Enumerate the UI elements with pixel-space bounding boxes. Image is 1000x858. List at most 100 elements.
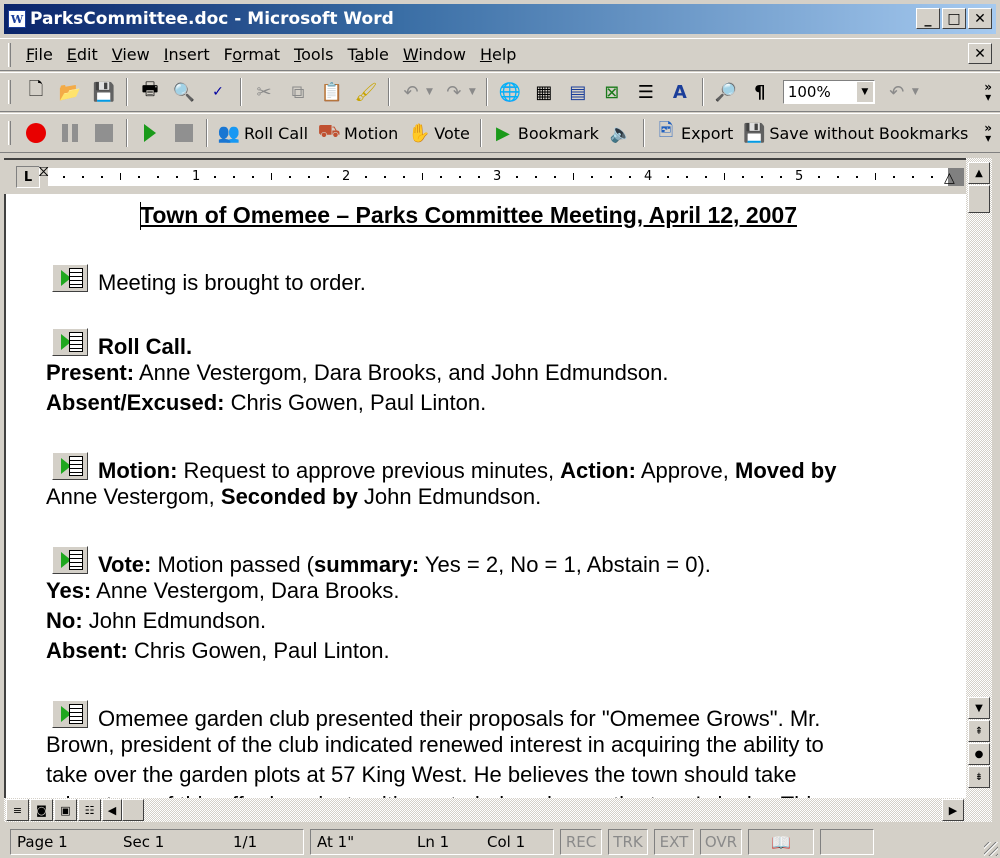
spelling-status-panel[interactable]: 📖: [748, 829, 814, 855]
format-painter-button[interactable]: 🖌: [352, 78, 380, 106]
stop-icon: [175, 124, 193, 142]
show-hide-button[interactable]: ¶: [746, 78, 774, 106]
bookmark-button[interactable]: ▶ Bookmark: [490, 119, 601, 147]
spelling-button[interactable]: ✓: [204, 78, 232, 106]
vertical-scrollbar[interactable]: ▲ ▼ ⇞ ● ⇟: [966, 158, 992, 798]
record-icon: [26, 123, 46, 143]
tables-borders-button[interactable]: ▦: [530, 78, 558, 106]
normal-view-button[interactable]: ≡: [6, 799, 29, 821]
select-browse-object-button[interactable]: ●: [968, 743, 990, 765]
horizontal-ruler[interactable]: L ⧖ △ 1 2 3 4 5: [4, 158, 968, 194]
new-button[interactable]: 🗋: [22, 78, 50, 106]
document-close-button[interactable]: ✕: [968, 43, 992, 64]
ruler-number: 4: [644, 169, 653, 184]
horizontal-scrollbar[interactable]: ≡ ◙ ▣ ☷ ◀ ▶: [4, 798, 992, 822]
stop-button[interactable]: [90, 119, 118, 147]
toolbar-options-button[interactable]: » ▾: [984, 122, 992, 144]
paste-button[interactable]: 📋: [318, 78, 346, 106]
right-indent-icon[interactable]: △: [944, 170, 955, 186]
next-page-button[interactable]: ⇟: [968, 766, 990, 788]
stop-playback-button[interactable]: [170, 119, 198, 147]
horizontal-scroll-thumb[interactable]: [122, 799, 144, 821]
undo-icon: ↶: [403, 81, 419, 103]
print-preview-button[interactable]: 🔍: [170, 78, 198, 106]
export-button[interactable]: 🖻 Export: [653, 119, 735, 147]
indent-marker-icon[interactable]: ⧖: [38, 163, 49, 179]
web-layout-view-button[interactable]: ◙: [30, 799, 53, 821]
trk-indicator[interactable]: TRK: [608, 829, 648, 855]
scroll-right-button[interactable]: ▶: [942, 799, 964, 821]
tab-selector[interactable]: L: [16, 166, 40, 188]
bookmark-play-icon[interactable]: [52, 328, 88, 356]
bookmark-play-icon[interactable]: [52, 700, 88, 728]
absent-label: Absent/Excused:: [46, 390, 225, 415]
open-button[interactable]: 📂: [56, 78, 84, 106]
bookmark-play-icon[interactable]: [52, 264, 88, 292]
roll-call-label: Roll Call: [244, 123, 309, 143]
cut-button[interactable]: ✂: [250, 78, 278, 106]
document-page[interactable]: Town of Omemee – Parks Committee Meeting…: [4, 194, 966, 798]
ruler-dot: [553, 176, 556, 178]
minimize-button[interactable]: _: [916, 8, 940, 29]
motion-button[interactable]: ⛟ Motion: [316, 119, 400, 147]
maximize-button[interactable]: □: [942, 8, 966, 29]
scroll-up-button[interactable]: ▲: [968, 162, 990, 184]
print-layout-view-button[interactable]: ▣: [54, 799, 77, 821]
ruler-tick: [723, 173, 725, 180]
menu-insert[interactable]: Insert: [157, 45, 217, 64]
play-button[interactable]: [136, 119, 164, 147]
roll-call-button[interactable]: 👥 Roll Call: [216, 119, 310, 147]
scroll-thumb[interactable]: [968, 185, 990, 213]
menu-edit[interactable]: Edit: [60, 45, 105, 64]
chevron-down-icon[interactable]: ▼: [856, 82, 873, 102]
arrow-down-icon: ▼: [975, 702, 983, 714]
menu-grip[interactable]: [8, 42, 11, 67]
absent-names: Chris Gowen, Paul Linton.: [224, 390, 487, 415]
insert-excel-button[interactable]: ⊠: [598, 78, 626, 106]
menu-help[interactable]: Help: [473, 45, 523, 64]
menu-tools[interactable]: Tools: [287, 45, 340, 64]
copy-button[interactable]: ⧉: [284, 78, 312, 106]
pause-button[interactable]: [56, 119, 84, 147]
book-spelling-icon: 📖: [771, 832, 791, 852]
record-button[interactable]: [22, 119, 50, 147]
paragraph-garden-club: Omemee garden club presented their propo…: [46, 700, 820, 734]
columns-button[interactable]: ☰: [632, 78, 660, 106]
menu-file[interactable]: File: [19, 45, 60, 64]
insert-table-button[interactable]: ▤: [564, 78, 592, 106]
page-count: 1/1: [233, 833, 258, 851]
rec-indicator[interactable]: REC: [560, 829, 602, 855]
resize-grip[interactable]: [984, 842, 998, 856]
ruler-dot: [138, 176, 141, 178]
scroll-down-button[interactable]: ▼: [968, 697, 990, 719]
scroll-left-button[interactable]: ◀: [102, 799, 122, 821]
vote-button[interactable]: ✋ Vote: [406, 119, 472, 147]
redo-button[interactable]: ↷ ▼: [441, 78, 478, 106]
toolbar-options-button[interactable]: » ▾: [984, 81, 992, 103]
zoom-select[interactable]: 100% ▼: [782, 80, 875, 104]
save-without-bookmarks-button[interactable]: 💾 Save without Bookmarks: [741, 119, 970, 147]
outline-view-button[interactable]: ☷: [78, 799, 101, 821]
ruler-tick: [874, 173, 876, 180]
drawing-button[interactable]: A: [666, 78, 694, 106]
menu-window[interactable]: Window: [396, 45, 473, 64]
toolbar-grip[interactable]: [8, 121, 11, 145]
undo-button[interactable]: ↶ ▼: [398, 78, 435, 106]
menu-format[interactable]: Format: [217, 45, 287, 64]
previous-page-button[interactable]: ⇞: [968, 720, 990, 742]
word-doc-icon[interactable]: W: [8, 10, 26, 28]
save-button[interactable]: 💾: [90, 78, 118, 106]
close-button[interactable]: ✕: [968, 8, 992, 29]
ovr-indicator[interactable]: OVR: [700, 829, 742, 855]
bookmark-play-icon[interactable]: [52, 546, 88, 574]
print-button[interactable]: 🖶: [136, 78, 164, 106]
audio-button[interactable]: 🔈: [607, 119, 635, 147]
toolbar-grip[interactable]: [8, 80, 11, 104]
bookmark-play-icon[interactable]: [52, 452, 88, 480]
insert-hyperlink-button[interactable]: 🌐: [496, 78, 524, 106]
undo-button-2[interactable]: ↶ ▼: [884, 78, 921, 106]
menu-view[interactable]: View: [105, 45, 157, 64]
menu-table[interactable]: Table: [340, 45, 395, 64]
document-map-button[interactable]: 🔎: [712, 78, 740, 106]
ext-indicator[interactable]: EXT: [654, 829, 694, 855]
